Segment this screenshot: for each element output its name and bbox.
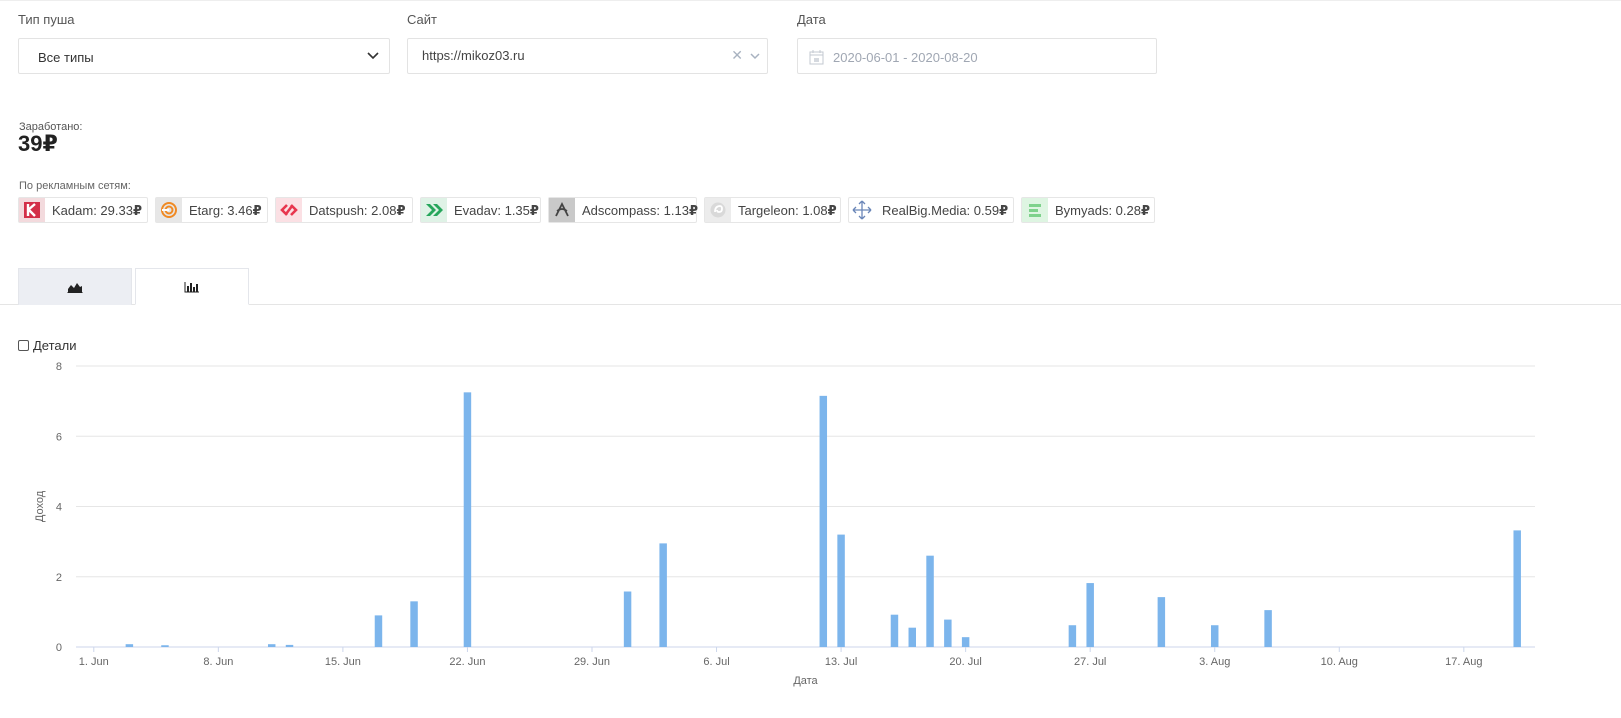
y-tick-label: 6 [56,431,62,443]
site-value: https://mikoz03.ru [422,48,525,63]
bar [410,601,418,647]
date-range-input[interactable]: 2020-06-01 - 2020-08-20 [797,38,1157,74]
x-tick-label: 10. Aug [1321,656,1358,668]
bar [1068,625,1077,647]
details-label: Детали [33,338,77,353]
income-bar-chart: 0 2 4 6 8 1. Jun 8. Jun 15. Jun 22. Jun 29. Jun 6.… [34,361,1535,687]
targeleon-logo [705,198,731,222]
network-kadam: Kadam: 29.33₽ [18,197,148,223]
push-type-filter: Тип пуша Все типы [18,12,390,74]
kadam-logo [19,198,45,222]
bar [908,627,916,647]
x-tick-label: 22. Jun [449,656,485,668]
bar-chart-icon [184,281,199,292]
area-chart-icon [67,283,83,293]
bymyads-logo [1022,198,1048,222]
network-adscompass-text: Adscompass: 1.13 [582,203,689,218]
bar [1086,583,1094,647]
bar [926,555,934,647]
datspush-logo [276,198,302,222]
network-etarg-text: Etarg: 3.46 [189,203,253,218]
bar [285,644,294,647]
top-border [0,0,1621,1]
network-evadav-text: Evadav: 1.35 [454,203,530,218]
y-tick-label: 2 [56,572,62,584]
push-type-label: Тип пуша [18,12,75,27]
bar [623,591,632,647]
network-bymyads: Bymyads: 0.28₽ [1021,197,1155,223]
chevron-down-icon [367,52,379,60]
bar [890,614,899,647]
network-etarg: Etarg: 3.46₽ [155,197,268,223]
network-targeleon-text: Targeleon: 1.08 [738,203,828,218]
bar [837,534,845,647]
x-tick-label: 20. Jul [949,656,981,668]
realbig-logo [849,198,875,222]
network-bymyads-text: Bymyads: 0.28 [1055,203,1141,218]
site-filter: Сайт https://mikoz03.ru ✕ [407,12,768,74]
etarg-logo [156,198,182,222]
x-tick-label: 13. Jul [825,656,857,668]
calendar-icon [809,50,824,65]
site-select[interactable]: https://mikoz03.ru ✕ [407,38,768,74]
site-label: Сайт [407,12,437,27]
y-tick-label: 8 [56,361,62,373]
x-axis-title: Дата [793,675,818,687]
y-tick-label: 4 [56,502,62,514]
network-evadav: Evadav: 1.35₽ [420,197,541,223]
y-tick-label: 0 [56,642,62,654]
details-toggle[interactable]: Детали [18,338,77,353]
details-checkbox[interactable] [18,340,29,351]
network-realbig: RealBig.Media: 0.59₽ [848,197,1014,223]
bar [659,543,667,647]
x-tick-label: 29. Jun [574,656,610,668]
x-tick-label: 27. Jul [1074,656,1106,668]
bar [463,392,472,647]
clear-icon[interactable]: ✕ [731,47,743,64]
x-tick-label: 1. Jun [79,656,109,668]
x-tick-label: 15. Jun [325,656,361,668]
network-realbig-text: RealBig.Media: 0.59 [882,203,1000,218]
tab-bar-chart[interactable] [135,268,249,305]
date-range-value: 2020-06-01 - 2020-08-20 [833,50,978,65]
network-adscompass: Adscompass: 1.13₽ [548,197,698,223]
push-type-select[interactable]: Все типы [18,38,390,74]
date-filter: Дата 2020-06-01 - 2020-08-20 [797,12,1157,74]
bar [374,615,383,647]
bar [161,645,169,647]
y-axis-title: Доход [34,490,46,522]
bar [944,619,952,647]
x-tick-label: 8. Jun [203,656,233,668]
bar [1264,610,1272,647]
network-targeleon: Targeleon: 1.08₽ [704,197,841,223]
bar [125,644,134,647]
tab-area-chart[interactable] [18,268,132,305]
network-kadam-text: Kadam: 29.33 [52,203,133,218]
network-datspush: Datspush: 2.08₽ [275,197,413,223]
bar [267,644,276,647]
earned-amount: 39 [18,131,43,156]
network-datspush-text: Datspush: 2.08 [309,203,397,218]
bar [1513,530,1521,647]
chevron-down-icon[interactable] [749,50,761,62]
bar [1157,597,1166,647]
networks-label: По рекламным сетям: [19,180,131,192]
currency-sign: ₽ [42,131,58,156]
bar [1210,625,1219,647]
x-tick-label: 17. Aug [1445,656,1482,668]
x-tick-label: 3. Aug [1199,656,1230,668]
x-tick-label: 6. Jul [703,656,729,668]
bar [819,395,828,647]
bar [961,637,970,647]
date-label: Дата [797,12,826,27]
evadav-logo [421,198,447,222]
earned-value: 39₽ [18,131,58,157]
adscompass-logo [549,198,575,222]
push-type-value: Все типы [38,50,94,65]
